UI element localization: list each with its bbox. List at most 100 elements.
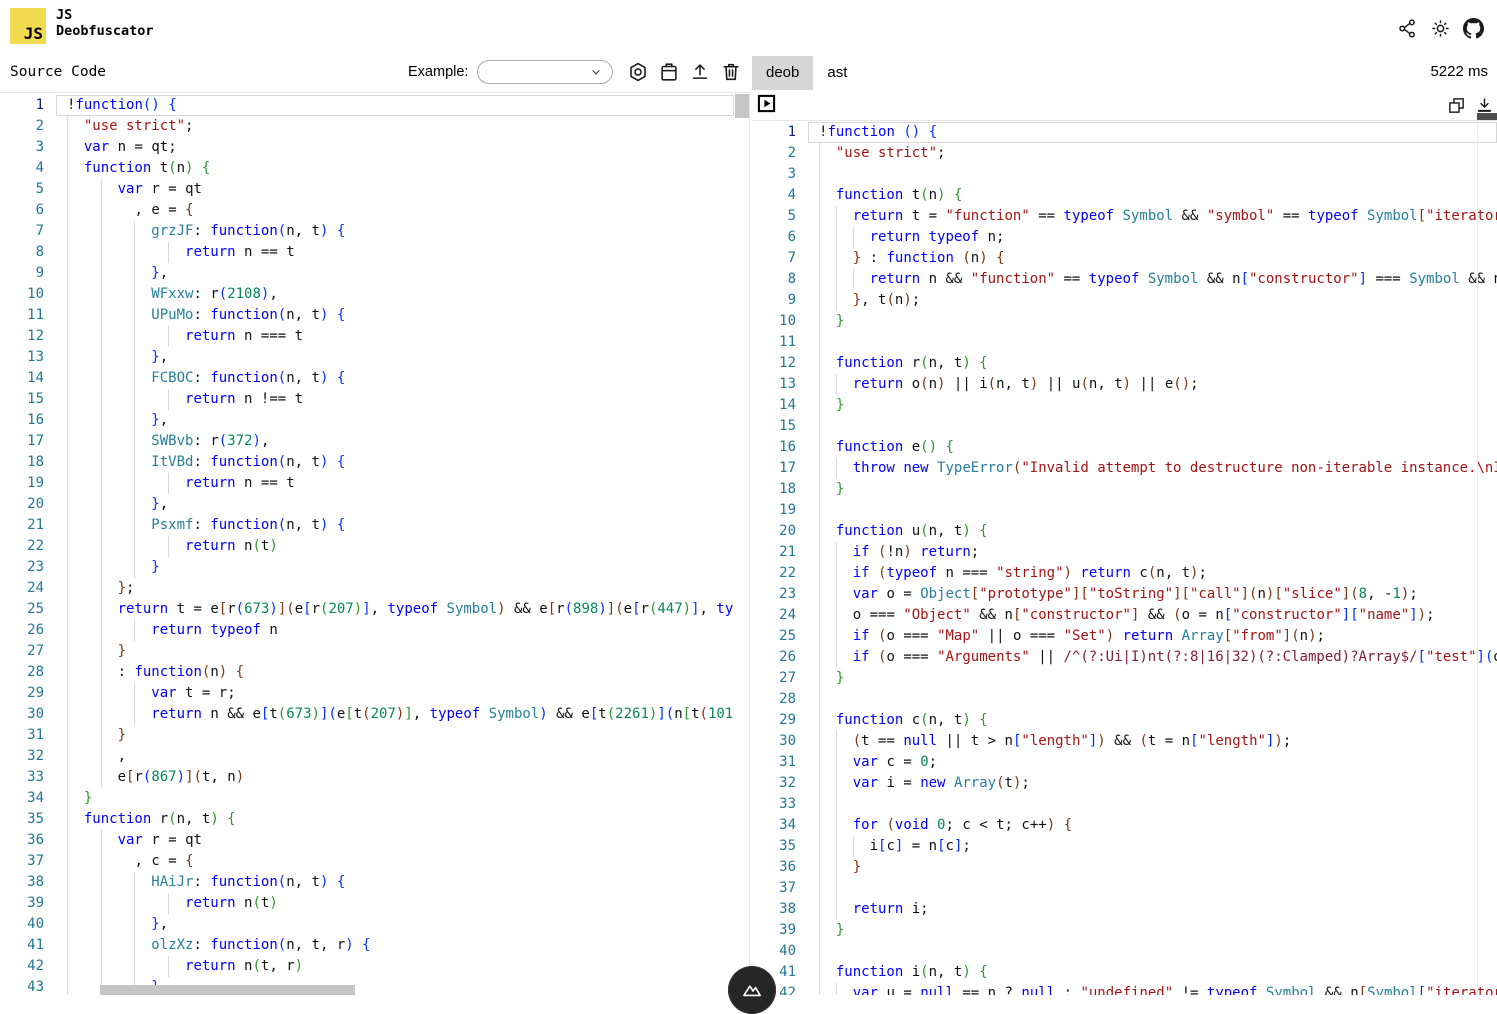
output-code-line[interactable]: 32 var i = new Array(t); — [752, 773, 1497, 794]
source-code-line[interactable]: 32 , — [0, 746, 734, 767]
paste-icon[interactable] — [658, 61, 680, 83]
source-code-line[interactable]: 1!function() { — [0, 95, 734, 116]
output-code-line[interactable]: 40 — [752, 941, 1497, 962]
output-code-line[interactable]: 15 — [752, 416, 1497, 437]
source-code-line[interactable]: 18 ItVBd: function(n, t) { — [0, 452, 734, 473]
output-code-line[interactable]: 13 return o(n) || i(n, t) || u(n, t) || … — [752, 374, 1497, 395]
source-code-line[interactable]: 33 e[r(867)](t, n) — [0, 767, 734, 788]
source-code-line[interactable]: 17 SWBvb: r(372), — [0, 431, 734, 452]
source-code-line[interactable]: 4 function t(n) { — [0, 158, 734, 179]
output-code-line[interactable]: 4 function t(n) { — [752, 185, 1497, 206]
source-code-line[interactable]: 30 return n && e[t(673)](e[t(207)], type… — [0, 704, 734, 725]
output-code-line[interactable]: 41 function i(n, t) { — [752, 962, 1497, 983]
github-icon[interactable] — [1463, 18, 1484, 39]
feedback-widget-badge[interactable] — [728, 966, 776, 1014]
output-code-line[interactable]: 29 function c(n, t) { — [752, 710, 1497, 731]
output-code-line[interactable]: 36 } — [752, 857, 1497, 878]
output-code-line[interactable]: 21 if (!n) return; — [752, 542, 1497, 563]
source-code-line[interactable]: 38 HAiJr: function(n, t) { — [0, 872, 734, 893]
output-code-line[interactable]: 9 }, t(n); — [752, 290, 1497, 311]
gear-icon[interactable] — [627, 61, 649, 83]
output-code-line[interactable]: 17 throw new TypeError("Invalid attempt … — [752, 458, 1497, 479]
output-code-line[interactable]: 26 if (o === "Arguments" || /^(?:Ui|I)nt… — [752, 647, 1497, 668]
source-code-line[interactable]: 23 } — [0, 557, 734, 578]
source-code-line[interactable]: 39 return n(t) — [0, 893, 734, 914]
output-code-line[interactable]: 3 — [752, 164, 1497, 185]
copy-icon[interactable] — [1447, 96, 1466, 115]
tab-deob[interactable]: deob — [752, 56, 813, 90]
upload-icon[interactable] — [689, 61, 711, 83]
source-code-line[interactable]: 26 return typeof n — [0, 620, 734, 641]
output-code-editor[interactable]: 1!function () {2 "use strict";34 functio… — [752, 120, 1497, 995]
source-code-line[interactable]: 36 var r = qt — [0, 830, 734, 851]
output-code-line[interactable]: 10 } — [752, 311, 1497, 332]
source-code-line[interactable]: 42 return n(t, r) — [0, 956, 734, 977]
output-code-line[interactable]: 12 function r(n, t) { — [752, 353, 1497, 374]
output-code-line[interactable]: 11 — [752, 332, 1497, 353]
source-code-line[interactable]: 9 }, — [0, 263, 734, 284]
theme-sun-icon[interactable] — [1430, 18, 1451, 39]
source-code-line[interactable]: 37 , c = { — [0, 851, 734, 872]
source-horizontal-scrollbar[interactable] — [100, 985, 355, 995]
source-code-line[interactable]: 22 return n(t) — [0, 536, 734, 557]
download-icon[interactable] — [1475, 96, 1494, 115]
source-code-line[interactable]: 29 var t = r; — [0, 683, 734, 704]
source-code-editor[interactable]: 1!function() {2 "use strict";3 var n = q… — [0, 92, 750, 995]
source-code-line[interactable]: 6 , e = { — [0, 200, 734, 221]
source-code-line[interactable]: 12 return n === t — [0, 326, 734, 347]
source-code-line[interactable]: 34 } — [0, 788, 734, 809]
source-code-line[interactable]: 5 var r = qt — [0, 179, 734, 200]
output-code-line[interactable]: 18 } — [752, 479, 1497, 500]
output-code-line[interactable]: 33 — [752, 794, 1497, 815]
trash-icon[interactable] — [720, 61, 742, 83]
output-code-line[interactable]: 42 var u = null == n ? null : "undefined… — [752, 983, 1497, 995]
run-play-icon[interactable] — [757, 94, 776, 113]
source-code-line[interactable]: 20 }, — [0, 494, 734, 515]
source-vertical-scrollbar[interactable] — [735, 94, 749, 118]
output-code-line[interactable]: 37 — [752, 878, 1497, 899]
tab-ast[interactable]: ast — [813, 56, 861, 90]
output-code-line[interactable]: 2 "use strict"; — [752, 143, 1497, 164]
share-icon[interactable] — [1397, 18, 1418, 39]
source-code-line[interactable]: 25 return t = e[r(673)](e[r(207)], typeo… — [0, 599, 734, 620]
source-code-line[interactable]: 24 }; — [0, 578, 734, 599]
output-code-line[interactable]: 27 } — [752, 668, 1497, 689]
output-code-line[interactable]: 30 (t == null || t > n["length"]) && (t … — [752, 731, 1497, 752]
example-select[interactable] — [477, 60, 613, 84]
output-code-line[interactable]: 7 } : function (n) { — [752, 248, 1497, 269]
source-code-line[interactable]: 7 grzJF: function(n, t) { — [0, 221, 734, 242]
source-code-line[interactable]: 10 WFxxw: r(2108), — [0, 284, 734, 305]
source-code-line[interactable]: 15 return n !== t — [0, 389, 734, 410]
output-code-line[interactable]: 6 return typeof n; — [752, 227, 1497, 248]
output-code-line[interactable]: 19 — [752, 500, 1497, 521]
output-code-line[interactable]: 23 var o = Object["prototype"]["toString… — [752, 584, 1497, 605]
source-code-line[interactable]: 14 FCBOC: function(n, t) { — [0, 368, 734, 389]
source-code-line[interactable]: 8 return n == t — [0, 242, 734, 263]
output-code-line[interactable]: 28 — [752, 689, 1497, 710]
source-code-line[interactable]: 21 Psxmf: function(n, t) { — [0, 515, 734, 536]
source-code-line[interactable]: 11 UPuMo: function(n, t) { — [0, 305, 734, 326]
source-code-line[interactable]: 31 } — [0, 725, 734, 746]
source-code-line[interactable]: 28 : function(n) { — [0, 662, 734, 683]
source-code-line[interactable]: 40 }, — [0, 914, 734, 935]
output-code-line[interactable]: 16 function e() { — [752, 437, 1497, 458]
output-code-line[interactable]: 5 return t = "function" == typeof Symbol… — [752, 206, 1497, 227]
source-code-line[interactable]: 27 } — [0, 641, 734, 662]
source-code-line[interactable]: 2 "use strict"; — [0, 116, 734, 137]
source-code-line[interactable]: 35 function r(n, t) { — [0, 809, 734, 830]
output-code-line[interactable]: 38 return i; — [752, 899, 1497, 920]
source-code-line[interactable]: 41 olzXz: function(n, t, r) { — [0, 935, 734, 956]
source-code-line[interactable]: 19 return n == t — [0, 473, 734, 494]
output-code-line[interactable]: 8 return n && "function" == typeof Symbo… — [752, 269, 1497, 290]
output-code-line[interactable]: 31 var c = 0; — [752, 752, 1497, 773]
output-code-line[interactable]: 22 if (typeof n === "string") return c(n… — [752, 563, 1497, 584]
output-code-line[interactable]: 34 for (void 0; c < t; c++) { — [752, 815, 1497, 836]
source-code-line[interactable]: 13 }, — [0, 347, 734, 368]
output-code-line[interactable]: 20 function u(n, t) { — [752, 521, 1497, 542]
output-code-line[interactable]: 35 i[c] = n[c]; — [752, 836, 1497, 857]
source-code-line[interactable]: 16 }, — [0, 410, 734, 431]
output-code-line[interactable]: 1!function () { — [752, 122, 1497, 143]
output-code-line[interactable]: 25 if (o === "Map" || o === "Set") retur… — [752, 626, 1497, 647]
output-code-line[interactable]: 24 o === "Object" && n["constructor"] &&… — [752, 605, 1497, 626]
output-code-line[interactable]: 39 } — [752, 920, 1497, 941]
